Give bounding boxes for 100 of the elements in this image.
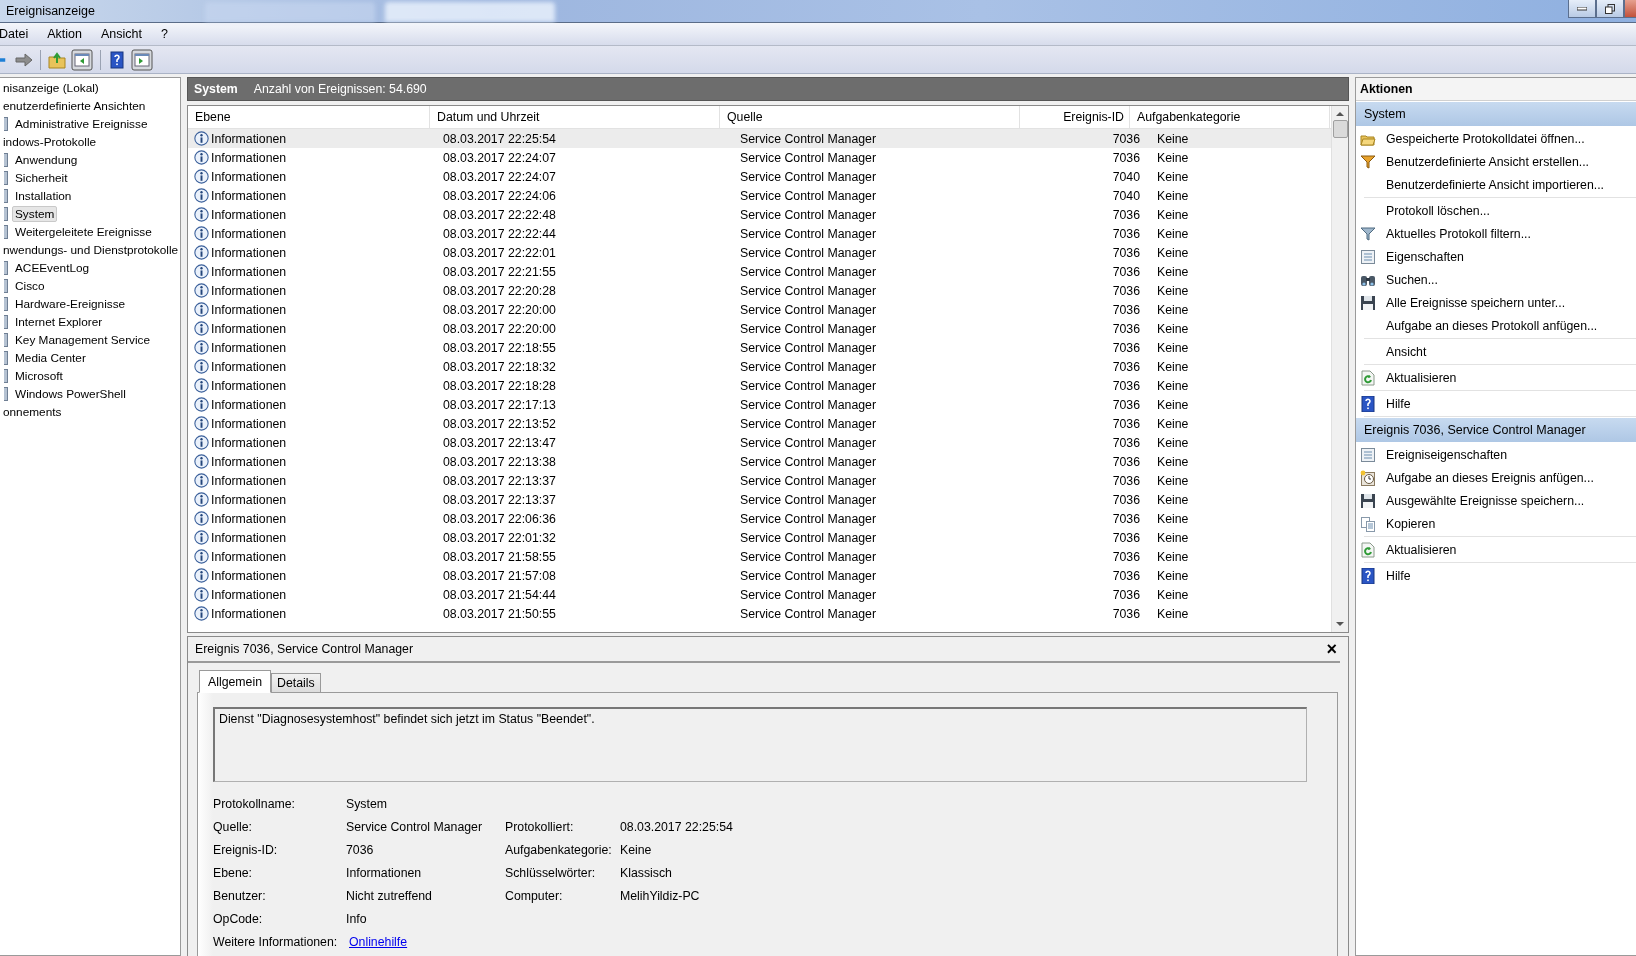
info-icon [194,416,209,431]
field-label: Weitere Informationen: [213,934,339,950]
action-link[interactable]: Aufgabe an dieses Protokoll anfügen... [1386,318,1598,333]
action-link[interactable]: Alle Ereignisse speichern unter... [1386,295,1566,310]
table-cell-text: Keine [1156,606,1190,621]
action-link[interactable]: Ereigniseigenschaften [1386,447,1507,462]
action-link[interactable]: Aktualisieren [1386,370,1457,385]
table-cell-text: 08.03.2017 21:57:08 [442,568,557,583]
column-header[interactable]: Quelle [720,106,1020,128]
column-header[interactable]: Aufgabenkategorie [1130,106,1330,128]
menu-item[interactable]: Datei [0,27,39,41]
action-link[interactable]: Gespeicherte Protokolldatei öffnen... [1386,131,1585,146]
event-row[interactable]: Informationen 08.03.2017 22:18:32 Service Control Manager 7036 Keine [188,357,1331,376]
event-row[interactable]: Informationen 08.03.2017 22:24:07 Service Control Manager 7036 Keine [188,148,1331,167]
event-row[interactable]: Informationen 08.03.2017 22:22:44 Service Control Manager 7036 Keine [188,224,1331,243]
menu-item[interactable]: Ansicht [100,27,152,41]
event-row[interactable]: Informationen 08.03.2017 22:17:13 Service Control Manager 7036 Keine [188,395,1331,414]
column-header[interactable]: Ebene [188,106,430,128]
scroll-up-icon[interactable] [1336,111,1344,116]
close-button[interactable] [1624,0,1636,18]
console-tree-toggle-icon[interactable] [71,48,93,71]
action-link[interactable]: Eigenschaften [1386,249,1464,264]
tree-item[interactable]: onnements [0,404,65,420]
tree-item[interactable]: Internet Explorer [12,314,106,330]
event-row[interactable]: Informationen 08.03.2017 22:06:36 Service Control Manager 7036 Keine [188,509,1331,528]
scrollbar[interactable] [1331,106,1348,632]
scroll-thumb[interactable] [1332,120,1348,138]
tree-item[interactable]: Media Center [12,350,89,366]
event-row[interactable]: Informationen 08.03.2017 22:22:01 Service Control Manager 7036 Keine [188,243,1331,262]
action-link[interactable]: Ausgewählte Ereignisse speichern... [1386,493,1585,508]
tree-node-icon [4,333,8,347]
tree-item[interactable]: Sicherheit [12,170,71,186]
event-row[interactable]: Informationen 08.03.2017 21:58:55 Service Control Manager 7036 Keine [188,547,1331,566]
close-button[interactable]: × [1323,640,1340,658]
field-value: Info [346,911,368,927]
tree-item[interactable]: ACEEventLog [12,260,93,276]
event-count: Anzahl von Ereignissen: 54.690 [253,82,427,96]
tree-item[interactable]: nisanzeige (Lokal) [0,80,102,96]
event-row[interactable]: Informationen 08.03.2017 22:24:07 Service Control Manager 7040 Keine [188,167,1331,186]
event-row[interactable]: Informationen 08.03.2017 22:20:00 Service Control Manager 7036 Keine [188,300,1331,319]
tree-item[interactable]: Key Management Service [12,332,154,348]
tree-item[interactable]: Installation [12,188,75,204]
tree-item[interactable]: Microsoft [12,368,66,384]
event-row[interactable]: Informationen 08.03.2017 21:54:44 Service Control Manager 7036 Keine [188,585,1331,604]
event-row[interactable]: Informationen 08.03.2017 22:13:37 Service Control Manager 7036 Keine [188,490,1331,509]
column-header[interactable]: Ereignis-ID [1020,106,1130,128]
event-row[interactable]: Informationen 08.03.2017 22:13:37 Service Control Manager 7036 Keine [188,471,1331,490]
table-cell-text: Service Control Manager [739,188,877,203]
tree-item[interactable]: Hardware-Ereignisse [12,296,129,312]
action-link[interactable]: Kopieren [1386,516,1436,531]
tree-item[interactable]: Windows PowerShell [12,386,129,402]
event-row[interactable]: Informationen 08.03.2017 22:24:06 Service Control Manager 7040 Keine [188,186,1331,205]
event-row[interactable]: Informationen 08.03.2017 21:50:55 Service Control Manager 7036 Keine [188,604,1331,623]
action-link[interactable]: Benutzerdefinierte Ansicht importieren... [1386,177,1605,192]
event-row[interactable]: Informationen 08.03.2017 22:13:38 Service Control Manager 7036 Keine [188,452,1331,471]
event-row[interactable]: Informationen 08.03.2017 22:13:52 Service Control Manager 7036 Keine [188,414,1331,433]
section-header[interactable]: System [1356,102,1636,126]
tree-item[interactable]: Administrative Ereignisse [12,116,151,132]
column-header[interactable]: Datum und Uhrzeit [430,106,720,128]
menu-item[interactable]: Aktion [47,27,92,41]
event-row[interactable]: Informationen 08.03.2017 22:21:55 Service Control Manager 7036 Keine [188,262,1331,281]
menu-item[interactable]: ? [160,27,178,41]
forward-arrow-icon[interactable] [15,50,33,69]
event-row[interactable]: Informationen 08.03.2017 22:13:47 Service Control Manager 7036 Keine [188,433,1331,452]
action-link[interactable]: Aktuelles Protokoll filtern... [1386,226,1531,241]
event-row[interactable]: Informationen 08.03.2017 22:25:54 Service Control Manager 7036 Keine [188,129,1331,148]
action-link[interactable]: Aufgabe an dieses Ereignis anfügen... [1386,470,1594,485]
event-row[interactable]: Informationen 08.03.2017 22:20:00 Service Control Manager 7036 Keine [188,319,1331,338]
event-row[interactable]: Informationen 08.03.2017 21:57:08 Service Control Manager 7036 Keine [188,566,1331,585]
restore-button[interactable] [1596,0,1624,18]
scroll-down-icon[interactable] [1336,622,1344,627]
action-link[interactable]: Protokoll löschen... [1386,203,1490,218]
table-cell: Informationen [211,378,287,393]
help-link[interactable]: Onlinehilfe [349,935,408,949]
action-pane-toggle-icon[interactable] [131,48,153,71]
tree-item[interactable]: nwendungs- und Dienstprotokolle [0,242,180,258]
tree-item[interactable]: Cisco [12,278,48,294]
tree-item[interactable]: Weitergeleitete Ereignisse [12,224,155,240]
event-row[interactable]: Informationen 08.03.2017 22:18:55 Service Control Manager 7036 Keine [188,338,1331,357]
action-link[interactable]: Benutzerdefinierte Ansicht erstellen... [1386,154,1589,169]
folder-up-icon[interactable] [48,50,66,69]
action-link[interactable]: Ansicht [1386,344,1427,359]
action-link[interactable]: Aktualisieren [1386,542,1457,557]
event-row[interactable]: Informationen 08.03.2017 22:20:28 Service Control Manager 7036 Keine [188,281,1331,300]
table-cell-text: 7036 [1111,321,1141,336]
help-icon[interactable] [108,50,126,69]
event-row[interactable]: Informationen 08.03.2017 22:18:28 Service Control Manager 7036 Keine [188,376,1331,395]
action-link[interactable]: Hilfe [1386,396,1411,411]
tree-item[interactable]: indows-Protokolle [0,134,100,150]
event-row[interactable]: Informationen 08.03.2017 22:22:48 Service Control Manager 7036 Keine [188,205,1331,224]
action-link[interactable]: Suchen... [1386,272,1438,287]
tab[interactable]: Allgemein [199,670,271,693]
tree-item[interactable]: Anwendung [12,152,81,168]
tree-item[interactable]: System [12,206,58,222]
section-header[interactable]: Ereignis 7036, Service Control Manager [1356,418,1636,442]
action-link[interactable]: Hilfe [1386,568,1411,583]
minimize-button[interactable] [1568,0,1596,18]
tab[interactable]: Details [271,673,321,693]
event-row[interactable]: Informationen 08.03.2017 22:01:32 Service Control Manager 7036 Keine [188,528,1331,547]
tree-item[interactable]: enutzerdefinierte Ansichten [0,98,149,114]
